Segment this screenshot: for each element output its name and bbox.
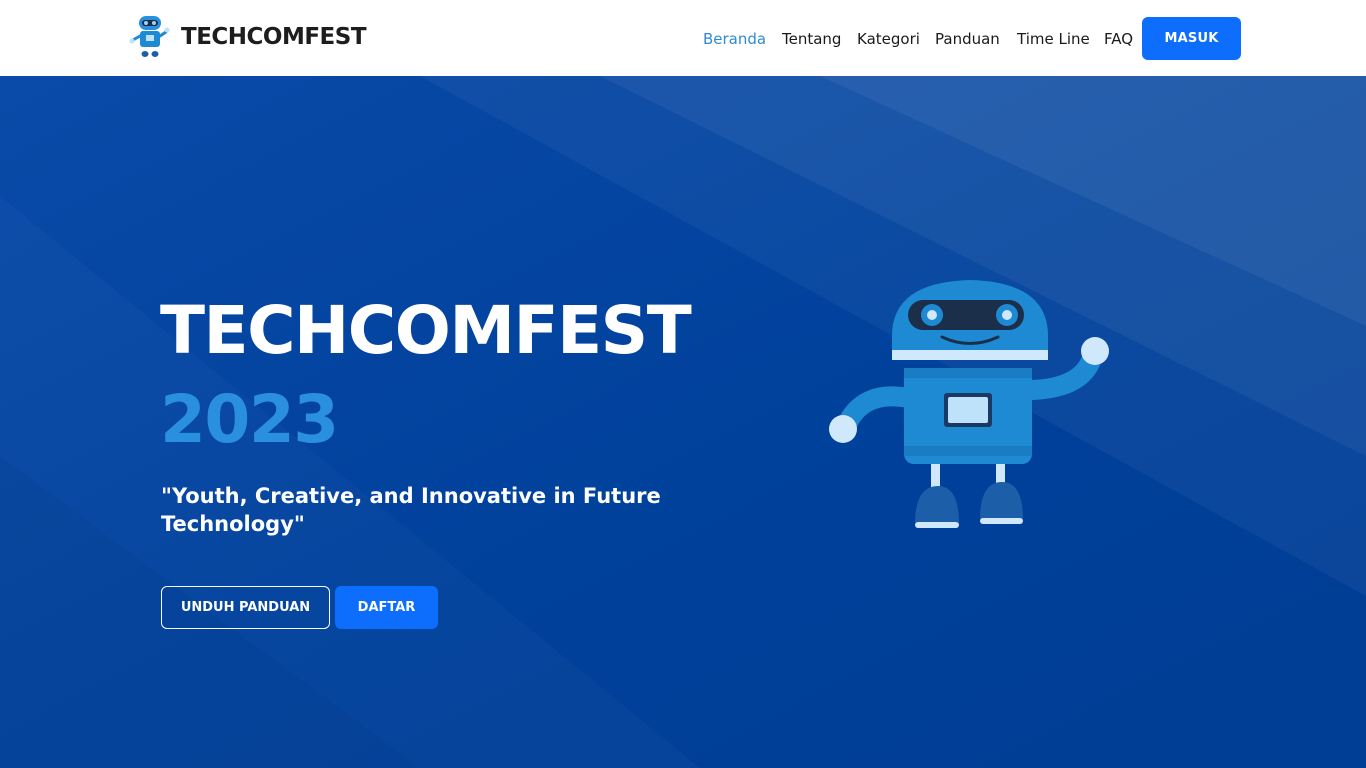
navbar: TECHCOMFEST Beranda Tentang Kategori Pan… (0, 0, 1366, 76)
nav-link-timeline[interactable]: Time Line (1017, 29, 1090, 49)
nav-link-tentang[interactable]: Tentang (782, 29, 841, 49)
hero-section: TECHCOMFEST 2023 "Youth, Creative, and I… (0, 76, 1366, 768)
hero-year: 2023 (160, 381, 339, 458)
nav-link-faq[interactable]: FAQ (1104, 29, 1133, 49)
nav-link-kategori[interactable]: Kategori (857, 29, 920, 49)
nav-link-panduan[interactable]: Panduan (935, 29, 1000, 49)
waving-robot-icon (829, 280, 1109, 528)
nav-link-beranda[interactable]: Beranda (703, 29, 766, 49)
login-button[interactable]: MASUK (1142, 17, 1241, 60)
download-guide-button[interactable]: UNDUH PANDUAN (161, 586, 330, 629)
hero-tagline: "Youth, Creative, and Innovative in Futu… (161, 484, 661, 536)
register-button[interactable]: DAFTAR (335, 586, 438, 629)
hero-title: TECHCOMFEST (160, 292, 692, 369)
